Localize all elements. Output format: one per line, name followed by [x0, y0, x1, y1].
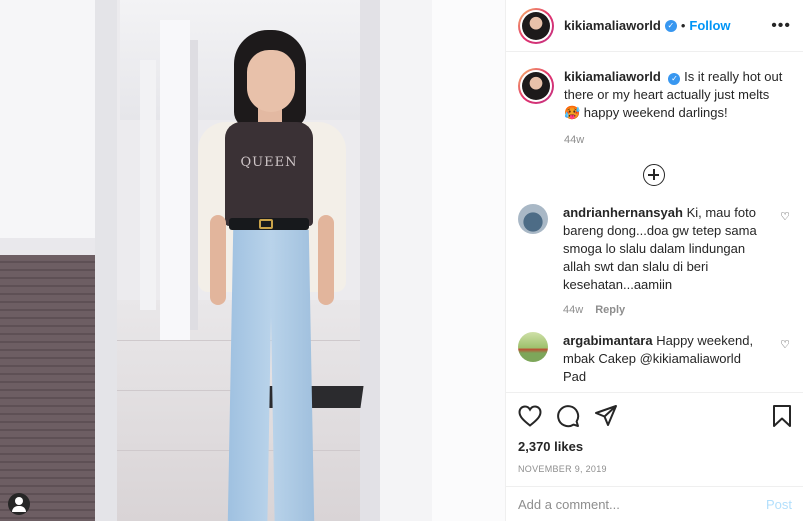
comment-username[interactable]: argabimantara — [563, 333, 653, 348]
follow-button[interactable]: Follow — [689, 18, 730, 33]
caption-username[interactable]: kikiamaliaworld — [564, 69, 661, 84]
author-avatar[interactable] — [518, 68, 554, 104]
comment-box: Post — [506, 486, 803, 521]
caption: kikiamaliaworld ✓ Is it really hot out t… — [518, 68, 790, 122]
comment-bubble-icon[interactable] — [556, 404, 580, 428]
comments-list[interactable]: kikiamaliaworld ✓ Is it really hot out t… — [506, 52, 803, 392]
comment-text: argabimantara Happy weekend, mbak Cakep … — [563, 332, 763, 386]
post-header: kikiamaliaworld ✓ • Follow ••• — [506, 0, 803, 52]
reply-button[interactable]: Reply — [595, 304, 625, 316]
photo-arm — [210, 215, 226, 305]
photo-column — [160, 20, 190, 340]
share-paper-plane-icon[interactable] — [594, 404, 618, 428]
photo-face — [247, 50, 295, 112]
post-date[interactable]: NOVEMBER 9, 2019 — [518, 464, 792, 474]
comment-item: andrianhernansyah Ki, mau foto bareng do… — [518, 204, 790, 294]
comment-input[interactable] — [518, 496, 766, 512]
comment-avatar[interactable] — [518, 204, 548, 234]
photo-wall — [360, 0, 382, 521]
save-bookmark-icon[interactable] — [772, 404, 792, 428]
photo-shirt-print: QUEEN — [240, 155, 298, 170]
comment-item: argabimantara Happy weekend, mbak Cakep … — [518, 332, 790, 386]
photo-wall — [432, 0, 505, 521]
photo-column-shadow — [190, 40, 198, 330]
comment-meta: 44w Reply — [563, 304, 790, 316]
action-bar — [518, 403, 792, 429]
author-username[interactable]: kikiamaliaworld — [564, 18, 661, 33]
photo-pillar-shadow — [95, 0, 117, 521]
like-comment-heart-icon[interactable]: ♡ — [780, 338, 790, 351]
photo-arm — [318, 215, 334, 305]
photo-column — [140, 60, 156, 310]
comment-username[interactable]: andrianhernansyah — [563, 205, 683, 220]
verified-badge-icon: ✓ — [668, 73, 681, 85]
photo-stone-base — [0, 255, 95, 521]
more-options-icon[interactable]: ••• — [771, 17, 791, 35]
author-avatar[interactable] — [518, 7, 554, 44]
caption-timestamp[interactable]: 44w — [564, 134, 584, 146]
caption-meta: 44w — [564, 134, 790, 146]
load-more-comments-icon[interactable] — [643, 164, 665, 186]
post-actions-area: 2,370 likes NOVEMBER 9, 2019 — [506, 392, 803, 474]
separator-dot: • — [680, 18, 686, 33]
like-comment-heart-icon[interactable]: ♡ — [780, 210, 790, 223]
caption-text: kikiamaliaworld ✓ Is it really hot out t… — [564, 68, 784, 122]
comment-timestamp[interactable]: 44w — [563, 304, 583, 316]
comment-avatar[interactable] — [518, 332, 548, 362]
post-photo[interactable]: QUEEN — [0, 0, 505, 521]
verified-badge-icon: ✓ — [664, 19, 677, 32]
photo-belt-buckle — [259, 219, 273, 229]
post-sidebar: kikiamaliaworld ✓ • Follow ••• kikiamali… — [505, 0, 803, 521]
comment-text: andrianhernansyah Ki, mau foto bareng do… — [563, 204, 763, 294]
post-comment-button[interactable]: Post — [766, 497, 792, 512]
photo-shirt — [225, 122, 313, 226]
like-heart-icon[interactable] — [518, 405, 542, 427]
photo-pillar-band — [0, 238, 95, 256]
likes-count[interactable]: 2,370 likes — [518, 439, 792, 454]
tagged-users-icon[interactable] — [8, 493, 30, 515]
